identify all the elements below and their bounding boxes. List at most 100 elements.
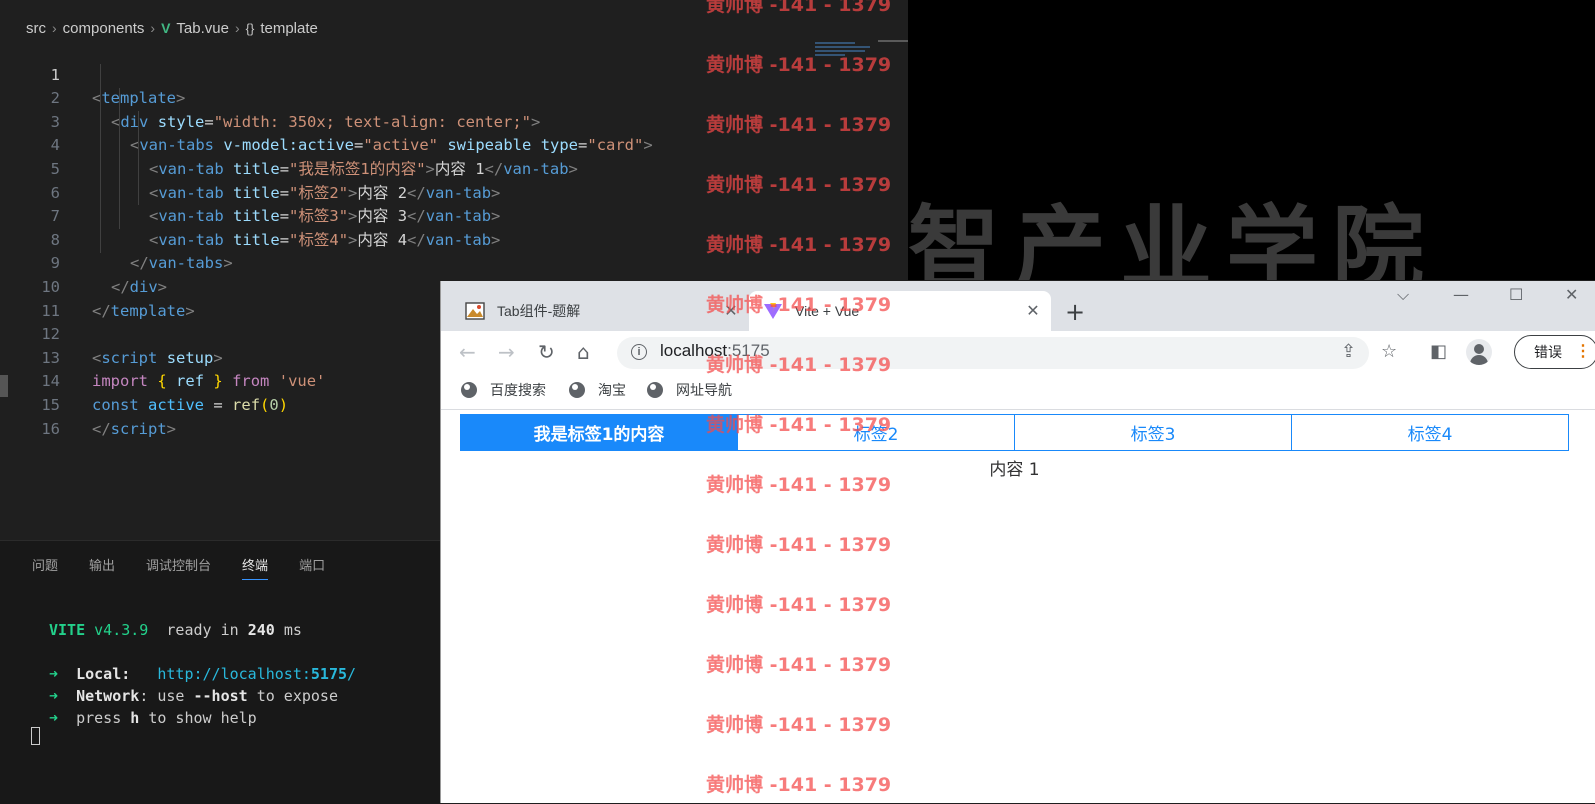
- local-label: Local:: [76, 665, 131, 683]
- error-button[interactable]: 错误 ⋮: [1514, 335, 1595, 369]
- reload-button[interactable]: ↻: [538, 340, 555, 364]
- address-bar[interactable]: i localhost:5175: [617, 337, 1369, 369]
- tab-strip: Tab组件-题解 ✕ Vite + Vue ✕ + ⌵ — ☐ ✕: [441, 281, 1595, 331]
- address-port: :5175: [727, 341, 770, 360]
- indent-guide: [119, 88, 120, 229]
- tab-problems[interactable]: 问题: [32, 555, 58, 580]
- share-icon[interactable]: ⇪: [1341, 341, 1356, 362]
- network-text: : use: [139, 687, 185, 705]
- side-panel-icon[interactable]: ◧: [1430, 341, 1447, 362]
- token-punct: </: [92, 419, 111, 438]
- chevron-right-icon: ›: [150, 20, 156, 36]
- help-text: to show help: [148, 709, 257, 727]
- globe-icon: [569, 382, 585, 398]
- browser-toolbar: ← → ↻ ⌂ i localhost:5175 ⇪ ☆ ◧ 错误 ⋮: [441, 331, 1595, 373]
- bottom-panel: 问题 输出 调试控制台 终端 端口 VITE v4.3.9 ready in 2…: [0, 540, 440, 804]
- globe-icon: [461, 382, 477, 398]
- local-url-prefix: http://localhost:: [157, 665, 311, 683]
- vite-version: v4.3.9: [94, 621, 149, 639]
- vue-file-icon: V: [161, 20, 171, 36]
- home-button[interactable]: ⌂: [577, 340, 590, 364]
- new-tab-button[interactable]: +: [1065, 298, 1085, 326]
- back-button[interactable]: ←: [459, 340, 476, 364]
- bookmark-item[interactable]: 淘宝: [569, 380, 626, 400]
- ready-time: 240: [247, 621, 275, 639]
- network-label: Network: [76, 687, 140, 705]
- indent-guide: [138, 111, 139, 205]
- indent-guide: [100, 64, 101, 253]
- site-info-icon[interactable]: i: [631, 344, 647, 360]
- van-tab-3[interactable]: 标签3: [1015, 415, 1292, 450]
- chevron-right-icon: ›: [52, 20, 57, 36]
- ready-unit: ms: [283, 621, 302, 639]
- code-line: 10 </template>: [0, 252, 908, 320]
- address-text[interactable]: localhost:5175: [660, 341, 770, 361]
- bookmark-item[interactable]: 网址导航: [647, 380, 732, 400]
- arrow-right-icon: ➜: [49, 709, 59, 727]
- maximize-button[interactable]: ☐: [1509, 285, 1523, 304]
- braces-symbol-icon: {}: [245, 20, 255, 36]
- bookmarks-bar: 百度搜索 淘宝 网址导航: [441, 373, 1595, 410]
- bookmark-star-icon[interactable]: ☆: [1381, 341, 1397, 362]
- terminal-line: ➜ Network: use --host to expose: [49, 685, 356, 707]
- help-text: press: [76, 709, 122, 727]
- local-url[interactable]: http://localhost:5175/: [157, 665, 356, 683]
- network-text: to expose: [256, 687, 338, 705]
- code-line: 6 <van-tab title="标签3">内容 3</van-tab>: [0, 158, 908, 226]
- van-tab-2[interactable]: 标签2: [738, 415, 1015, 450]
- tab-title: Tab组件-题解: [497, 303, 581, 319]
- code-line: 2 <div style="width: 350x; text-align: c…: [0, 64, 908, 131]
- tab-output[interactable]: 输出: [89, 555, 115, 580]
- tab-search-chevron-icon[interactable]: ⌵: [1397, 285, 1409, 305]
- code-line: 9 </div>: [0, 229, 908, 296]
- close-icon[interactable]: ✕: [1023, 301, 1043, 321]
- local-url-suffix: /: [347, 665, 357, 683]
- background-watermark: 智产业学院: [908, 196, 1439, 280]
- code-line: 7 <van-tab title="标签4">内容 4</van-tab>: [0, 182, 908, 249]
- close-icon[interactable]: ✕: [721, 301, 741, 321]
- code-line: 1 <template>: [0, 40, 908, 108]
- van-tab-4[interactable]: 标签4: [1292, 415, 1568, 450]
- bookmark-label: 网址导航: [676, 382, 732, 398]
- van-tabs-card: 我是标签1的内容 标签2 标签3 标签4: [460, 414, 1569, 451]
- browser-tab[interactable]: Tab组件-题解 ✕: [451, 291, 749, 331]
- code-line: 8 </van-tabs>: [0, 205, 908, 273]
- terminal-output[interactable]: VITE v4.3.9 ready in 240 ms ➜ Local: htt…: [49, 619, 356, 729]
- profile-avatar[interactable]: [1466, 339, 1492, 365]
- bookmark-label: 百度搜索: [490, 382, 546, 398]
- minimize-button[interactable]: —: [1453, 285, 1469, 304]
- breadcrumb-components[interactable]: components: [63, 20, 145, 37]
- van-tab-1[interactable]: 我是标签1的内容: [461, 415, 738, 450]
- tab-ports[interactable]: 端口: [299, 555, 325, 580]
- forward-button[interactable]: →: [498, 340, 515, 364]
- terminal-line: VITE v4.3.9 ready in 240 ms: [49, 619, 356, 641]
- more-menu-icon[interactable]: ⋮: [1575, 341, 1591, 361]
- globe-icon: [647, 382, 663, 398]
- ready-text: ready in: [166, 621, 239, 639]
- terminal-cursor: [31, 727, 40, 745]
- terminal-line: ➜ press h to show help: [49, 707, 356, 729]
- help-key: h: [130, 709, 140, 727]
- bookmark-item[interactable]: 百度搜索: [461, 380, 546, 400]
- breadcrumb: src › components › V Tab.vue › {} templa…: [0, 14, 908, 42]
- breadcrumb-symbol[interactable]: template: [260, 20, 318, 37]
- breadcrumb-file[interactable]: Tab.vue: [176, 20, 229, 37]
- vite-label: VITE: [49, 621, 86, 639]
- address-host: localhost: [660, 341, 728, 360]
- image-favicon-icon: [465, 302, 485, 320]
- code-line: 4 <van-tab title="我是标签1的内容">内容 1</van-ta…: [0, 111, 908, 178]
- browser-tab-active[interactable]: Vite + Vue ✕: [749, 291, 1051, 331]
- panel-tabs: 问题 输出 调试控制台 终端 端口: [32, 555, 325, 580]
- tab-debug-console[interactable]: 调试控制台: [146, 555, 211, 580]
- local-url-port: 5175: [310, 665, 348, 683]
- bookmark-label: 淘宝: [598, 382, 626, 398]
- breadcrumb-src[interactable]: src: [26, 20, 46, 37]
- tab-content: 内容 1: [989, 460, 1040, 480]
- line-number: 16: [41, 419, 60, 438]
- close-window-button[interactable]: ✕: [1565, 285, 1578, 304]
- host-flag: --host: [193, 687, 248, 705]
- activity-bar-marker: [0, 375, 8, 397]
- error-label: 错误: [1534, 344, 1562, 360]
- tab-terminal[interactable]: 终端: [242, 555, 269, 580]
